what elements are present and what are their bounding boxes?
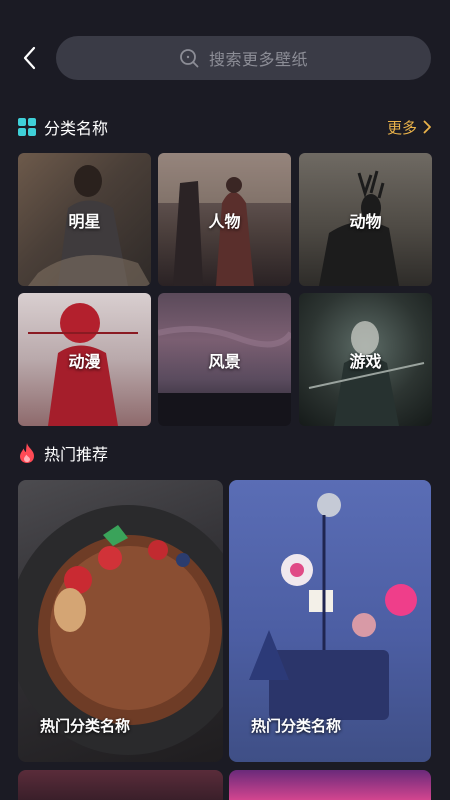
hot-section-header: 热门推荐 [18, 441, 108, 465]
search-placeholder: 搜索更多壁纸 [208, 50, 308, 69]
hot-card-1[interactable]: 热门分类名称 [18, 480, 223, 762]
back-button[interactable] [14, 40, 44, 76]
category-tile-anime[interactable]: 动漫 [18, 293, 151, 426]
category-label: 人物 [208, 211, 241, 231]
category-section-header: 分类名称 [18, 115, 108, 139]
hot-card-label: 热门分类名称 [251, 717, 342, 735]
grid-icon [18, 118, 36, 136]
search-icon [180, 49, 199, 68]
hot-section-title: 热门推荐 [44, 445, 109, 464]
category-tile-games[interactable]: 游戏 [299, 293, 432, 426]
hot-card-2[interactable]: 热门分类名称 [229, 480, 431, 762]
top-bar: 搜索更多壁纸 [0, 36, 450, 80]
category-label: 风景 [208, 351, 241, 371]
category-label: 动物 [349, 211, 382, 231]
hot-card-3[interactable] [18, 770, 223, 800]
chevron-left-icon [23, 46, 36, 70]
category-tile-animals[interactable]: 动物 [299, 153, 432, 286]
hot-card-4[interactable] [229, 770, 431, 800]
hot-card-label: 热门分类名称 [40, 717, 131, 735]
category-section-title: 分类名称 [44, 119, 109, 138]
category-tile-scenery[interactable]: 风景 [158, 293, 291, 426]
category-label: 游戏 [349, 351, 382, 371]
category-tile-people[interactable]: 人物 [158, 153, 291, 286]
chevron-right-icon [423, 120, 431, 134]
search-bar[interactable]: 搜索更多壁纸 [56, 36, 431, 80]
more-label: 更多 [386, 118, 417, 137]
category-tile-stars[interactable]: 明星 [18, 153, 151, 286]
more-link[interactable]: 更多 [387, 116, 432, 138]
category-label: 明星 [68, 211, 101, 231]
category-label: 动漫 [68, 351, 101, 371]
flame-icon [20, 443, 34, 463]
